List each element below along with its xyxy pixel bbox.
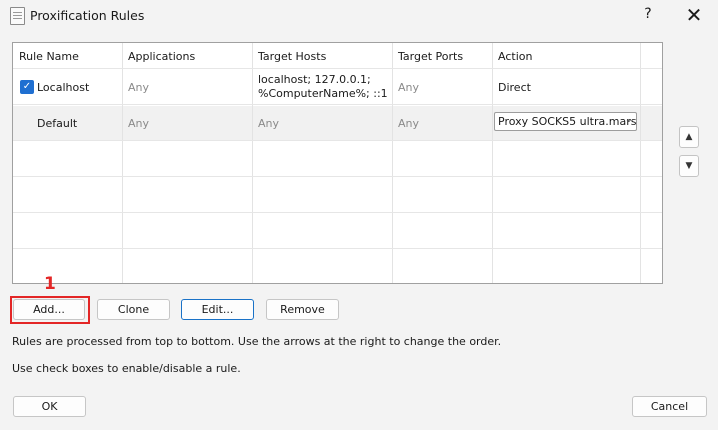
add-button[interactable]: Add...: [13, 299, 85, 320]
rule-name[interactable]: Default: [37, 117, 77, 130]
move-up-button[interactable]: ▲: [679, 126, 699, 148]
checkbox-hint-text: Use check boxes to enable/disable a rule…: [12, 362, 241, 375]
move-down-button[interactable]: ▼: [679, 155, 699, 177]
order-hint-text: Rules are processed from top to bottom. …: [12, 335, 502, 348]
app-icon: [10, 7, 25, 25]
close-button[interactable]: ✕: [680, 4, 708, 28]
rule-target-ports[interactable]: Any: [398, 81, 419, 94]
chevron-down-icon: ⌄: [624, 114, 633, 125]
cancel-button[interactable]: Cancel: [632, 396, 707, 417]
rule-applications[interactable]: Any: [128, 81, 149, 94]
header-applications[interactable]: Applications: [128, 50, 195, 63]
rule-name[interactable]: Localhost: [37, 81, 89, 94]
help-button[interactable]: ?: [636, 6, 660, 26]
rule-target-hosts-line2[interactable]: %ComputerName%; ::1: [258, 87, 388, 100]
remove-button[interactable]: Remove: [266, 299, 339, 320]
rule-action[interactable]: Direct: [498, 81, 531, 94]
title-bar: Proxification Rules ? ✕: [0, 0, 718, 32]
action-dropdown-value: Proxy SOCKS5 ultra.mars: [498, 115, 637, 128]
header-target-ports[interactable]: Target Ports: [398, 50, 463, 63]
header-rule-name[interactable]: Rule Name: [19, 50, 79, 63]
header-target-hosts[interactable]: Target Hosts: [258, 50, 326, 63]
rule-applications[interactable]: Any: [128, 117, 149, 130]
window-title: Proxification Rules: [30, 8, 145, 23]
clone-button[interactable]: Clone: [97, 299, 170, 320]
rule-enabled-checkbox[interactable]: ✓: [20, 80, 34, 94]
rule-target-ports[interactable]: Any: [398, 117, 419, 130]
header-action[interactable]: Action: [498, 50, 532, 63]
rule-target-hosts-line1[interactable]: localhost; 127.0.0.1;: [258, 73, 371, 86]
rules-table: Rule Name Applications Target Hosts Targ…: [12, 42, 663, 284]
rule-target-hosts[interactable]: Any: [258, 117, 279, 130]
edit-button[interactable]: Edit...: [181, 299, 254, 320]
action-dropdown[interactable]: Proxy SOCKS5 ultra.mars ⌄: [494, 112, 637, 131]
annotation-marker: 1: [44, 274, 56, 294]
ok-button[interactable]: OK: [13, 396, 86, 417]
